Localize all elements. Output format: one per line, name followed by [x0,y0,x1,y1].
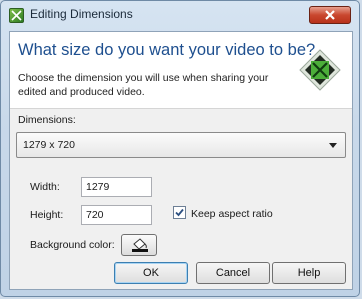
background-color-button[interactable] [121,234,157,256]
title-bar[interactable]: Editing Dimensions [1,1,359,31]
dimensions-dropdown[interactable]: 1279 x 720 [16,132,346,158]
dimensions-selected-value: 1279 x 720 [23,139,75,151]
height-label: Height: [30,209,64,221]
background-color-label: Background color: [30,239,115,251]
dialog-window: Editing Dimensions What size do you want… [0,0,360,297]
ok-button[interactable]: OK [114,262,188,284]
dimensions-label: Dimensions: [18,114,76,126]
chevron-down-icon [329,143,337,148]
help-button[interactable]: Help [272,262,346,284]
dialog-headline: What size do you want your video to be? [18,41,316,59]
paint-bucket-icon [132,238,148,252]
close-button[interactable] [309,6,351,24]
keep-aspect-checkbox[interactable] [173,206,186,219]
dialog-body: What size do you want your video to be? … [9,31,353,290]
banner-icon [299,49,341,91]
width-label: Width: [30,181,60,193]
height-input[interactable] [81,205,152,225]
close-icon [325,10,335,20]
keep-aspect-label: Keep aspect ratio [191,208,273,220]
app-icon [9,8,24,23]
checkmark-icon [175,208,184,217]
header-banner: What size do you want your video to be? … [10,32,352,109]
width-input[interactable] [81,177,152,197]
cancel-button[interactable]: Cancel [196,262,270,284]
dialog-description: Choose the dimension you will use when s… [18,72,269,98]
window-title: Editing Dimensions [30,7,133,21]
